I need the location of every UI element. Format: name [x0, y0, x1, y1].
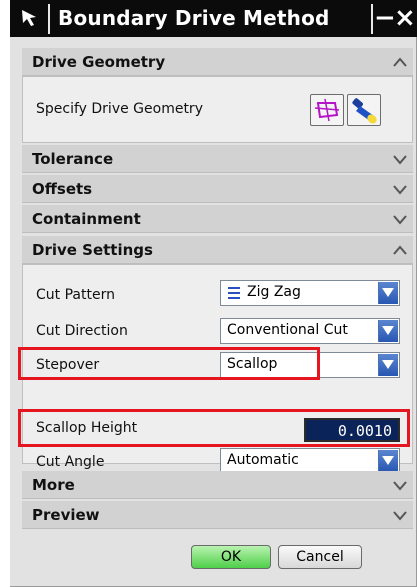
- minimize-button[interactable]: −: [374, 2, 396, 34]
- ok-button[interactable]: OK: [191, 545, 271, 569]
- group-header-preview[interactable]: Preview: [22, 501, 413, 529]
- chevron-down-icon: [393, 185, 407, 195]
- window-title: Boundary Drive Method: [58, 6, 330, 30]
- group-header-offsets[interactable]: Offsets: [22, 175, 413, 203]
- dropdown-arrow-icon[interactable]: [378, 282, 398, 304]
- group-label-offsets: Offsets: [32, 180, 93, 198]
- group-header-tolerance[interactable]: Tolerance: [22, 145, 413, 173]
- title-separator-right: [371, 4, 373, 34]
- cut-pattern-select[interactable]: Zig Zag: [220, 280, 400, 306]
- boundary-drive-method-dialog: Boundary Drive Method − × Drive Geometry…: [10, 0, 417, 587]
- group-label-tolerance: Tolerance: [32, 150, 114, 168]
- specify-drive-geometry-button[interactable]: [310, 94, 344, 126]
- dropdown-arrow-icon[interactable]: [378, 320, 398, 342]
- chevron-down-icon: [393, 481, 407, 491]
- dropdown-arrow-icon[interactable]: [378, 354, 398, 376]
- group-label-drive-settings: Drive Settings: [32, 241, 153, 259]
- group-label-more: More: [32, 476, 75, 494]
- chevron-up-icon: [393, 57, 407, 67]
- chevron-down-icon: [393, 155, 407, 165]
- title-separator: [48, 4, 50, 34]
- group-label-containment: Containment: [32, 210, 141, 228]
- flashlight-icon: [352, 98, 377, 124]
- cancel-button[interactable]: Cancel: [278, 545, 362, 569]
- chevron-down-icon: [393, 511, 407, 521]
- boundary-geometry-icon: [314, 98, 340, 122]
- group-header-drive-settings[interactable]: Drive Settings: [22, 236, 413, 264]
- cut-angle-value: Automatic: [227, 452, 299, 468]
- chevron-up-icon: [393, 245, 407, 255]
- title-bar[interactable]: Boundary Drive Method − ×: [10, 0, 417, 37]
- group-header-more[interactable]: More: [22, 471, 413, 499]
- group-label-preview: Preview: [32, 506, 100, 524]
- group-body-drive-geometry: Specify Drive Geometry: [22, 76, 413, 143]
- cut-pattern-value: Zig Zag: [247, 284, 301, 300]
- group-header-containment[interactable]: Containment: [22, 205, 413, 233]
- cut-direction-label: Cut Direction: [36, 323, 128, 339]
- close-button[interactable]: ×: [394, 2, 416, 34]
- cut-direction-value: Conventional Cut: [227, 322, 348, 338]
- cursor-arrow-icon: [22, 10, 36, 26]
- group-label-drive-geometry: Drive Geometry: [32, 53, 166, 71]
- display-button[interactable]: [347, 94, 381, 126]
- chevron-down-icon: [393, 215, 407, 225]
- cut-angle-label: Cut Angle: [36, 454, 105, 470]
- dropdown-arrow-icon[interactable]: [378, 450, 398, 472]
- group-header-drive-geometry[interactable]: Drive Geometry: [22, 48, 413, 76]
- specify-drive-geometry-label: Specify Drive Geometry: [36, 101, 203, 117]
- cut-pattern-label: Cut Pattern: [36, 287, 115, 303]
- zig-zag-icon: [228, 287, 240, 299]
- stepover-highlight-box: [18, 347, 320, 380]
- cut-direction-select[interactable]: Conventional Cut: [220, 318, 400, 344]
- scallop-height-highlight-box: [18, 409, 410, 447]
